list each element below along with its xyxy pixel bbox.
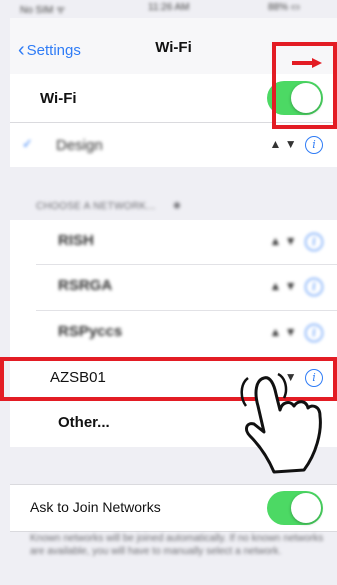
lock-icon: ▲ bbox=[269, 234, 282, 248]
info-icon[interactable]: i bbox=[305, 136, 323, 154]
other-label: Other... bbox=[58, 414, 110, 431]
choose-network-header-text: CHOOSE A NETWORK... bbox=[36, 201, 156, 212]
wifi-icon: ▼ bbox=[284, 325, 297, 339]
network-icons: ▲ ▼ i bbox=[270, 136, 323, 154]
info-icon[interactable]: i bbox=[305, 278, 323, 296]
network-name: RSRGA bbox=[58, 277, 113, 294]
battery-indicator: 88% ▭ bbox=[268, 2, 301, 13]
network-icons: ▲ ▼ i bbox=[270, 324, 323, 342]
spinner-icon: ✺ bbox=[172, 201, 182, 212]
list-item[interactable]: RISH ▲ ▼ i bbox=[10, 220, 337, 264]
info-icon[interactable]: i bbox=[305, 233, 323, 251]
carrier-label: No SIM ᯤ bbox=[20, 5, 66, 16]
lock-icon: ▲ bbox=[269, 137, 282, 151]
connected-network-name: Design bbox=[56, 137, 103, 154]
clock: 11:26 AM bbox=[148, 2, 190, 13]
ask-to-join-row: Ask to Join Networks bbox=[10, 484, 337, 532]
lock-icon: ▲ bbox=[269, 325, 282, 339]
network-name: RSPyccs bbox=[58, 323, 123, 340]
network-list: RISH ▲ ▼ i RSRGA ▲ ▼ i RSPyccs ▲ ▼ i bbox=[10, 220, 337, 368]
toggle-highlight-box bbox=[272, 42, 337, 129]
info-icon[interactable]: i bbox=[305, 324, 323, 342]
ask-to-join-label: Ask to Join Networks bbox=[30, 499, 161, 515]
network-icons: ▲ ▼ i bbox=[270, 233, 323, 251]
toggle-knob bbox=[291, 493, 321, 523]
list-item[interactable]: RSRGA ▲ ▼ i bbox=[10, 265, 337, 309]
list-item[interactable]: RSPyccs ▲ ▼ i bbox=[10, 311, 337, 355]
lock-icon: ▲ bbox=[269, 279, 282, 293]
right-arrow-icon bbox=[292, 58, 322, 68]
wifi-icon: ▼ bbox=[284, 279, 297, 293]
ask-to-join-toggle[interactable] bbox=[267, 491, 323, 525]
network-icons: ▲ ▼ i bbox=[270, 278, 323, 296]
choose-network-header: CHOOSE A NETWORK... ✺ bbox=[36, 201, 181, 212]
status-bar: No SIM ᯤ 11:26 AM 88% ▭ bbox=[10, 0, 337, 16]
ask-to-join-footnote: Known networks will be joined automatica… bbox=[30, 533, 324, 557]
wifi-icon: ▼ bbox=[284, 234, 297, 248]
tap-hand-icon bbox=[240, 372, 322, 474]
connected-network-row[interactable]: ✓ Design ▲ ▼ i bbox=[10, 123, 337, 167]
checkmark-icon: ✓ bbox=[22, 136, 33, 151]
wifi-label: Wi-Fi bbox=[40, 90, 77, 107]
wifi-icon: ▼ bbox=[284, 137, 297, 151]
network-name: RISH bbox=[58, 232, 94, 249]
